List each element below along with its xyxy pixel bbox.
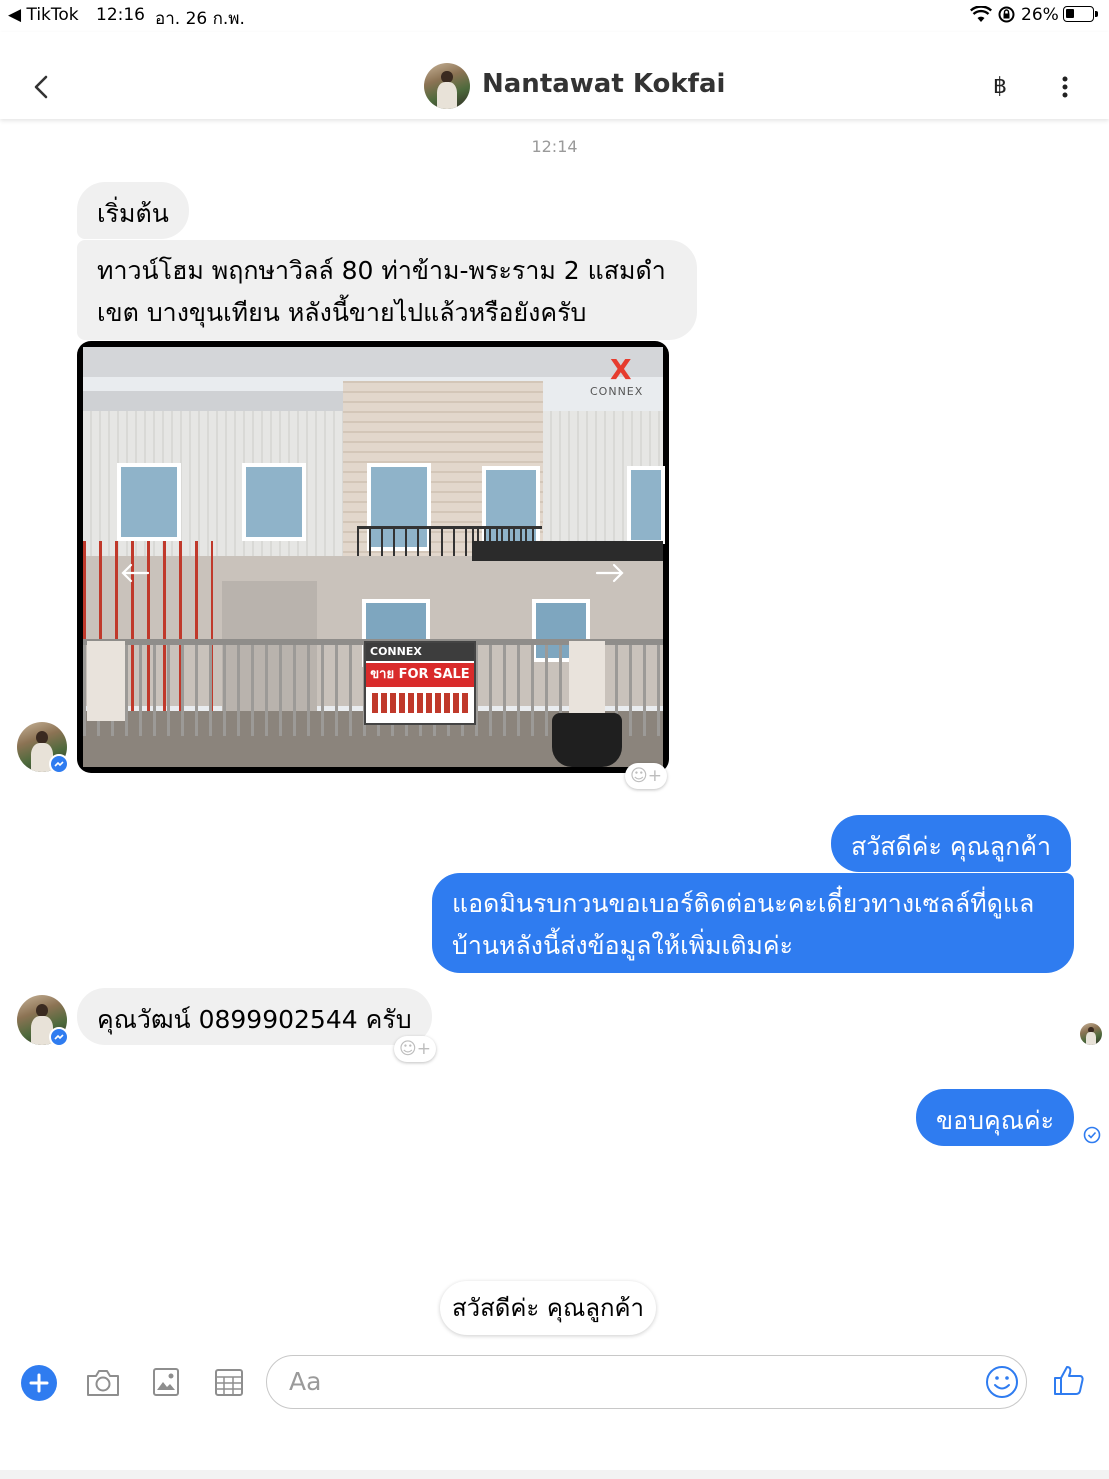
- messenger-badge-icon: [49, 754, 69, 774]
- gallery-icon[interactable]: [152, 1367, 180, 1397]
- contact-name[interactable]: Nantawat Kokfai: [482, 69, 725, 99]
- message-text-line1: แอดมินรบกวนขอเบอร์ติดต่อนะคะเดี๋ยวทางเซล…: [452, 889, 1035, 918]
- wifi-icon: [970, 6, 992, 22]
- input-placeholder: Aa: [289, 1367, 322, 1396]
- composer-bar: Aa: [0, 1340, 1109, 1479]
- contact-avatar[interactable]: [424, 63, 470, 109]
- message-input[interactable]: Aa: [266, 1355, 1027, 1409]
- orientation-lock-icon: [998, 6, 1015, 23]
- back-to-app-link[interactable]: ◀ TikTok: [8, 5, 79, 25]
- message-text-line2: บ้านหลังนี้ส่งข้อมูลให้เพิ่มเติมค่ะ: [452, 931, 794, 960]
- message-timestamp: 12:14: [531, 137, 578, 156]
- message-text: เริ่มต้น: [97, 199, 169, 228]
- outgoing-message-greeting[interactable]: สวัสดีค่ะ คุณลูกค้า: [831, 815, 1072, 872]
- outgoing-message-thanks[interactable]: ขอบคุณค่ะ: [916, 1089, 1075, 1146]
- message-text-line2: เขต บางขุนเทียน หลังนี้ขายไปแล้วหรือยังค…: [97, 298, 587, 327]
- add-icon[interactable]: [21, 1365, 57, 1401]
- messenger-badge-icon: [49, 1027, 69, 1047]
- message-text: ขอบคุณค่ะ: [936, 1106, 1055, 1135]
- house-photo[interactable]: CONNEX ขาย FOR SALE X CONNEX: [77, 341, 669, 773]
- message-text-line1: ทาวน์โฮม พฤกษาวิลล์ 80 ท่าข้าม-พระราม 2 …: [97, 256, 666, 285]
- payment-button[interactable]: ฿: [993, 74, 1007, 99]
- message-text: คุณวัฒน์ 0899902544 ครับ: [97, 1005, 412, 1034]
- arrow-left-icon[interactable]: [120, 563, 150, 583]
- battery-icon: [1063, 6, 1098, 22]
- outgoing-message-request[interactable]: แอดมินรบกวนขอเบอร์ติดต่อนะคะเดี๋ยวทางเซล…: [432, 873, 1074, 973]
- emoji-icon[interactable]: [985, 1365, 1019, 1399]
- calendar-icon[interactable]: [214, 1367, 244, 1397]
- status-bar: ◀ TikTok 12:16 อา. 26 ก.พ. 26%: [0, 0, 1109, 32]
- camera-icon[interactable]: [85, 1368, 121, 1398]
- add-reaction-button[interactable]: ☺+: [625, 763, 667, 789]
- back-chevron-icon[interactable]: [32, 74, 50, 100]
- seen-by-avatar: [1080, 1023, 1102, 1045]
- sent-check-icon: [1083, 1126, 1101, 1144]
- status-date: อา. 26 ก.พ.: [155, 9, 245, 29]
- incoming-message-get-started[interactable]: เริ่มต้น: [77, 182, 189, 239]
- battery-percent: 26%: [1021, 5, 1059, 25]
- like-icon[interactable]: [1052, 1363, 1086, 1397]
- add-reaction-button[interactable]: ☺+: [394, 1036, 436, 1062]
- conversation-header: Nantawat Kokfai ฿: [0, 32, 1109, 119]
- sign-text: ขาย FOR SALE: [366, 663, 474, 687]
- quick-reply-chip[interactable]: สวัสดีค่ะ คุณลูกค้า: [440, 1281, 657, 1335]
- logo-text: CONNEX: [590, 385, 644, 398]
- more-options-icon[interactable]: [1060, 75, 1070, 99]
- for-sale-sign: CONNEX ขาย FOR SALE: [364, 641, 476, 725]
- incoming-message-inquiry[interactable]: ทาวน์โฮม พฤกษาวิลล์ 80 ท่าข้าม-พระราม 2 …: [77, 240, 697, 340]
- sign-brand: CONNEX: [366, 643, 474, 661]
- message-text: สวัสดีค่ะ คุณลูกค้า: [851, 832, 1052, 861]
- arrow-right-icon[interactable]: [595, 563, 625, 583]
- incoming-message-phone[interactable]: คุณวัฒน์ 0899902544 ครับ: [77, 988, 432, 1045]
- status-time: 12:16: [96, 5, 145, 25]
- connex-logo: X CONNEX: [590, 353, 644, 399]
